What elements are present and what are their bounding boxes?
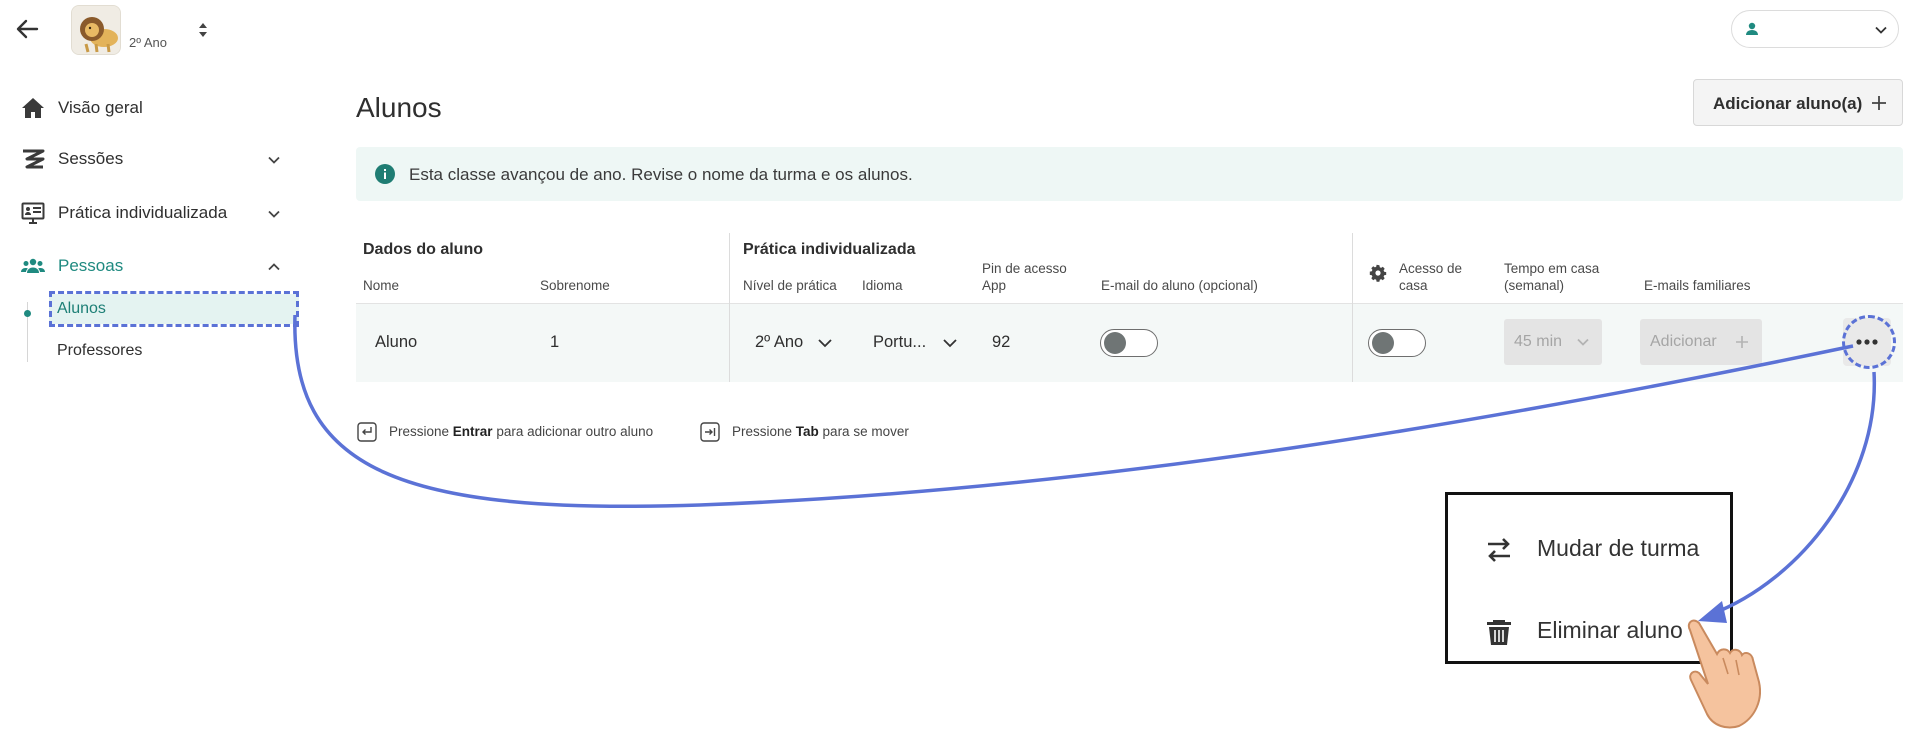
column-header-email: E-mail do aluno (opcional) bbox=[1101, 278, 1258, 293]
sidebar-item-label: Pessoas bbox=[58, 256, 124, 275]
column-divider bbox=[729, 233, 730, 382]
sidebar-item-sessoes[interactable]: Sessões bbox=[0, 139, 300, 179]
chevron-down-icon bbox=[1577, 338, 1589, 346]
info-banner: Esta classe avançou de ano. Revise o nom… bbox=[356, 147, 1903, 201]
tempo-dropdown: 45 min bbox=[1504, 319, 1602, 365]
tempo-dropdown-value: 45 min bbox=[1514, 333, 1563, 350]
gear-icon bbox=[1369, 264, 1387, 282]
class-name: 2º Ano bbox=[129, 35, 168, 50]
practice-icon bbox=[21, 202, 45, 224]
sidebar-item-label: Visão geral bbox=[58, 98, 143, 117]
sidebar-subitem-label: Professores bbox=[57, 342, 143, 359]
home-access-toggle[interactable] bbox=[1368, 329, 1426, 357]
row-context-menu: Mudar de turma Eliminar aluno bbox=[1445, 492, 1733, 664]
column-header-acesso: Acesso de casa bbox=[1399, 260, 1462, 294]
chevron-up-icon bbox=[268, 263, 280, 271]
hint-enter-post: para adicionar outro aluno bbox=[492, 424, 654, 439]
chevron-down-icon bbox=[1875, 26, 1887, 34]
class-logo bbox=[71, 5, 121, 55]
info-banner-text: Esta classe avançou de ano. Revise o nom… bbox=[409, 165, 913, 184]
hint-enter-key: Entrar bbox=[452, 424, 493, 439]
sidebar-subitem-alunos[interactable]: Alunos bbox=[49, 294, 299, 324]
user-avatar-icon bbox=[1746, 22, 1758, 35]
home-icon bbox=[22, 98, 44, 118]
sidebar-item-pessoas[interactable]: Pessoas bbox=[0, 246, 300, 286]
menu-item-label: Eliminar aluno bbox=[1537, 617, 1683, 643]
sidebar-item-pratica-individualizada[interactable]: Prática individualizada bbox=[0, 193, 300, 233]
column-header-pin: Pin de acesso App bbox=[982, 260, 1067, 294]
nivel-dropdown-value: 2º Ano bbox=[755, 333, 804, 351]
sidebar-item-label: Sessões bbox=[58, 149, 124, 168]
nivel-dropdown[interactable]: 2º Ano bbox=[755, 326, 835, 358]
info-icon bbox=[375, 164, 395, 184]
row-more-options-button[interactable] bbox=[1843, 318, 1891, 366]
chevron-down-icon bbox=[268, 210, 280, 218]
tab-key-icon bbox=[700, 422, 720, 442]
add-student-label: Adicionar aluno(a) bbox=[1713, 94, 1863, 113]
idioma-dropdown-value: Portu... bbox=[873, 333, 927, 351]
active-dot-icon bbox=[24, 310, 31, 317]
toggle-knob bbox=[1372, 332, 1394, 354]
hint-tab: Pressione Tab para se mover bbox=[732, 424, 909, 439]
sessions-icon bbox=[23, 149, 45, 169]
idioma-dropdown[interactable]: Portu... bbox=[873, 326, 963, 358]
group-title-student: Dados do aluno bbox=[363, 241, 483, 258]
email-toggle[interactable] bbox=[1100, 329, 1158, 357]
column-header-nome: Nome bbox=[363, 278, 400, 293]
chevron-down-icon bbox=[268, 156, 280, 164]
column-header-emails-familiares: E-mails familiares bbox=[1644, 278, 1751, 293]
column-header-pin-line1: Pin de acesso bbox=[982, 261, 1067, 276]
group-title-practice: Prática individualizada bbox=[743, 241, 916, 258]
plus-icon bbox=[1736, 336, 1748, 348]
chevron-down-icon bbox=[943, 339, 957, 348]
sidebar-item-label: Prática individualizada bbox=[58, 203, 228, 222]
hint-enter: Pressione Entrar para adicionar outro al… bbox=[389, 424, 653, 439]
user-menu[interactable] bbox=[1731, 10, 1899, 48]
column-header-tempo-line1: Tempo em casa bbox=[1504, 261, 1600, 276]
column-divider bbox=[1352, 233, 1353, 382]
sidebar-subitem-professores[interactable]: Professores bbox=[49, 336, 299, 366]
column-header-acesso-line2: casa bbox=[1399, 278, 1428, 293]
more-dots-icon bbox=[1856, 339, 1878, 345]
enter-key-icon bbox=[357, 422, 377, 442]
cell-pin: 92 bbox=[992, 333, 1011, 351]
column-header-tempo-line2: (semanal) bbox=[1504, 278, 1565, 293]
cell-nome[interactable]: Aluno bbox=[375, 333, 417, 352]
toggle-knob bbox=[1104, 332, 1126, 354]
column-header-sobrenome: Sobrenome bbox=[540, 278, 610, 293]
chevron-down-icon bbox=[818, 339, 832, 348]
trash-icon bbox=[1487, 620, 1511, 645]
sidebar-item-visao-geral[interactable]: Visão geral bbox=[0, 88, 300, 128]
back-arrow-icon[interactable] bbox=[12, 14, 42, 44]
menu-item-mudar-turma[interactable]: Mudar de turma bbox=[1448, 519, 1730, 579]
sidebar-subitem-label: Alunos bbox=[57, 300, 106, 317]
swap-icon bbox=[1488, 538, 1510, 562]
page-title: Alunos bbox=[356, 92, 442, 123]
column-header-tempo: Tempo em casa (semanal) bbox=[1504, 260, 1599, 294]
hint-tab-key: Tab bbox=[795, 424, 819, 439]
hint-tab-pre: Pressione bbox=[732, 424, 796, 439]
menu-item-label: Mudar de turma bbox=[1537, 535, 1700, 561]
cell-sobrenome[interactable]: 1 bbox=[550, 333, 559, 352]
plus-icon bbox=[1872, 96, 1886, 110]
add-student-button[interactable]: Adicionar aluno(a) bbox=[1693, 79, 1903, 126]
menu-item-eliminar-aluno[interactable]: Eliminar aluno bbox=[1448, 601, 1730, 661]
hint-enter-pre: Pressione bbox=[389, 424, 453, 439]
class-switch-icon[interactable] bbox=[196, 19, 210, 41]
add-family-email-button: Adicionar bbox=[1640, 319, 1762, 365]
add-family-email-label: Adicionar bbox=[1650, 333, 1717, 350]
hint-tab-post: para se mover bbox=[818, 424, 909, 439]
column-header-idioma: Idioma bbox=[862, 278, 903, 293]
people-icon bbox=[21, 258, 45, 273]
column-header-pin-line2: App bbox=[982, 278, 1007, 293]
column-header-acesso-line1: Acesso de bbox=[1399, 261, 1463, 276]
column-header-nivel: Nível de prática bbox=[743, 278, 837, 293]
